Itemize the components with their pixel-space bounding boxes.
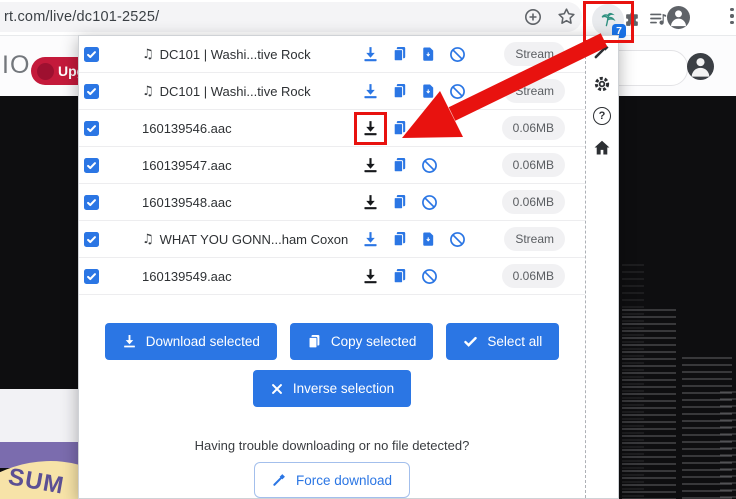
row-checkbox[interactable] [84, 231, 99, 247]
file-type-icon[interactable] [421, 46, 436, 62]
row-title: DC101 | Washi...tive Rock [159, 83, 311, 99]
hammer-icon [272, 473, 287, 488]
popup-sidebar: ? [585, 36, 618, 498]
download-selected-button[interactable]: Download selected [104, 323, 277, 360]
size-badge: 0.06MB [501, 153, 565, 177]
download-icon[interactable] [362, 157, 379, 174]
inverse-selection-button[interactable]: Inverse selection [252, 370, 412, 407]
select-all-button[interactable]: Select all [446, 323, 560, 360]
gear-icon[interactable] [593, 75, 611, 93]
copy-icon[interactable] [392, 194, 408, 210]
block-icon[interactable] [449, 83, 466, 100]
row-title: 160139546.aac [142, 120, 232, 136]
size-badge: 0.06MB [501, 116, 565, 140]
button-label: Inverse selection [292, 381, 395, 396]
block-icon[interactable] [421, 194, 438, 211]
url-text: rt.com/live/dc101-2525/ [4, 9, 160, 25]
download-icon[interactable] [362, 83, 379, 100]
music-note-icon: ♫ [142, 46, 154, 62]
check-icon [463, 334, 478, 349]
download-icon[interactable] [362, 46, 379, 63]
copy-icon[interactable] [392, 46, 408, 62]
row-checkbox[interactable] [84, 194, 99, 210]
hammer-icon[interactable] [593, 43, 611, 61]
browser-profile-icon[interactable] [667, 6, 690, 29]
file-list: ♫ DC101 | Washi...tive Rock Stream ♫ DC1… [79, 36, 585, 295]
table-row: ♫ DC101 | Washi...tive Rock Stream [79, 73, 585, 110]
block-icon[interactable] [449, 46, 466, 63]
copy-icon[interactable] [392, 83, 408, 99]
row-title: 160139548.aac [142, 194, 232, 210]
trouble-text: Having trouble downloading or no file de… [194, 438, 470, 453]
site-logo: IO [2, 51, 31, 79]
table-row: 160139546.aac 0.06MB [79, 110, 585, 147]
table-row: 160139547.aac 0.06MB [79, 147, 585, 184]
download-icon [122, 334, 137, 349]
row-checkbox[interactable] [84, 157, 99, 173]
row-checkbox[interactable] [84, 83, 99, 99]
row-title: 160139547.aac [142, 157, 232, 173]
table-row: ♫ WHAT YOU GONN...ham Coxon Stream [79, 221, 585, 258]
size-badge: 0.06MB [501, 190, 565, 214]
download-icon[interactable] [362, 231, 379, 248]
block-icon[interactable] [421, 157, 438, 174]
row-title: WHAT YOU GONN...ham Coxon [159, 231, 349, 247]
bookmark-star-icon[interactable] [557, 7, 576, 26]
media-playlist-icon[interactable] [649, 10, 667, 28]
row-title: 160139549.aac [142, 268, 232, 284]
button-label: Copy selected [330, 334, 417, 349]
copy-icon[interactable] [392, 231, 408, 247]
button-label: Download selected [145, 334, 260, 349]
help-icon[interactable]: ? [593, 107, 611, 125]
size-badge: Stream [504, 79, 565, 103]
row-checkbox[interactable] [84, 120, 99, 136]
size-badge: 0.06MB [501, 264, 565, 288]
file-type-icon[interactable] [421, 83, 436, 99]
equalizer-bar [622, 309, 676, 499]
download-icon[interactable] [362, 268, 379, 285]
download-icon[interactable] [354, 111, 387, 145]
equalizer-bar [720, 391, 736, 499]
block-icon[interactable] [421, 268, 438, 285]
action-button-row2: Inverse selection [79, 370, 585, 407]
action-button-row: Download selected Copy selected Select a… [79, 323, 585, 360]
extension-popup: ♫ DC101 | Washi...tive Rock Stream ♫ DC1… [78, 35, 619, 499]
copy-icon[interactable] [392, 157, 408, 173]
annotation-box-extension [583, 1, 634, 43]
x-icon [270, 382, 284, 396]
block-icon[interactable] [449, 231, 466, 248]
file-type-icon[interactable] [421, 231, 436, 247]
button-label: Select all [487, 334, 543, 349]
download-icon[interactable] [362, 194, 379, 211]
row-title: DC101 | Washi...tive Rock [159, 46, 311, 62]
copy-icon [307, 334, 322, 349]
upgrade-icon [37, 62, 54, 80]
force-download-button[interactable]: Force download [253, 462, 411, 498]
size-badge: Stream [504, 227, 565, 251]
page-section [0, 389, 78, 442]
row-checkbox[interactable] [84, 46, 99, 62]
table-row: 160139549.aac 0.06MB [79, 258, 585, 295]
copy-icon[interactable] [392, 120, 408, 136]
size-badge: Stream [504, 42, 565, 66]
button-label: Force download [295, 472, 393, 488]
block-icon[interactable] [421, 120, 438, 137]
copy-icon[interactable] [392, 268, 408, 284]
page-avatar[interactable] [687, 53, 714, 80]
table-row: ♫ DC101 | Washi...tive Rock Stream [79, 36, 585, 73]
row-checkbox[interactable] [84, 268, 99, 284]
copy-selected-button[interactable]: Copy selected [289, 323, 434, 360]
zoom-page-icon[interactable] [524, 8, 542, 26]
browser-menu-icon[interactable] [728, 8, 736, 25]
table-row: 160139548.aac 0.06MB [79, 184, 585, 221]
address-bar[interactable]: rt.com/live/dc101-2525/ [0, 2, 582, 32]
music-note-icon: ♫ [142, 231, 154, 247]
media-list-area: ♫ DC101 | Washi...tive Rock Stream ♫ DC1… [79, 36, 585, 498]
home-icon[interactable] [593, 139, 611, 157]
music-note-icon: ♫ [142, 83, 154, 99]
